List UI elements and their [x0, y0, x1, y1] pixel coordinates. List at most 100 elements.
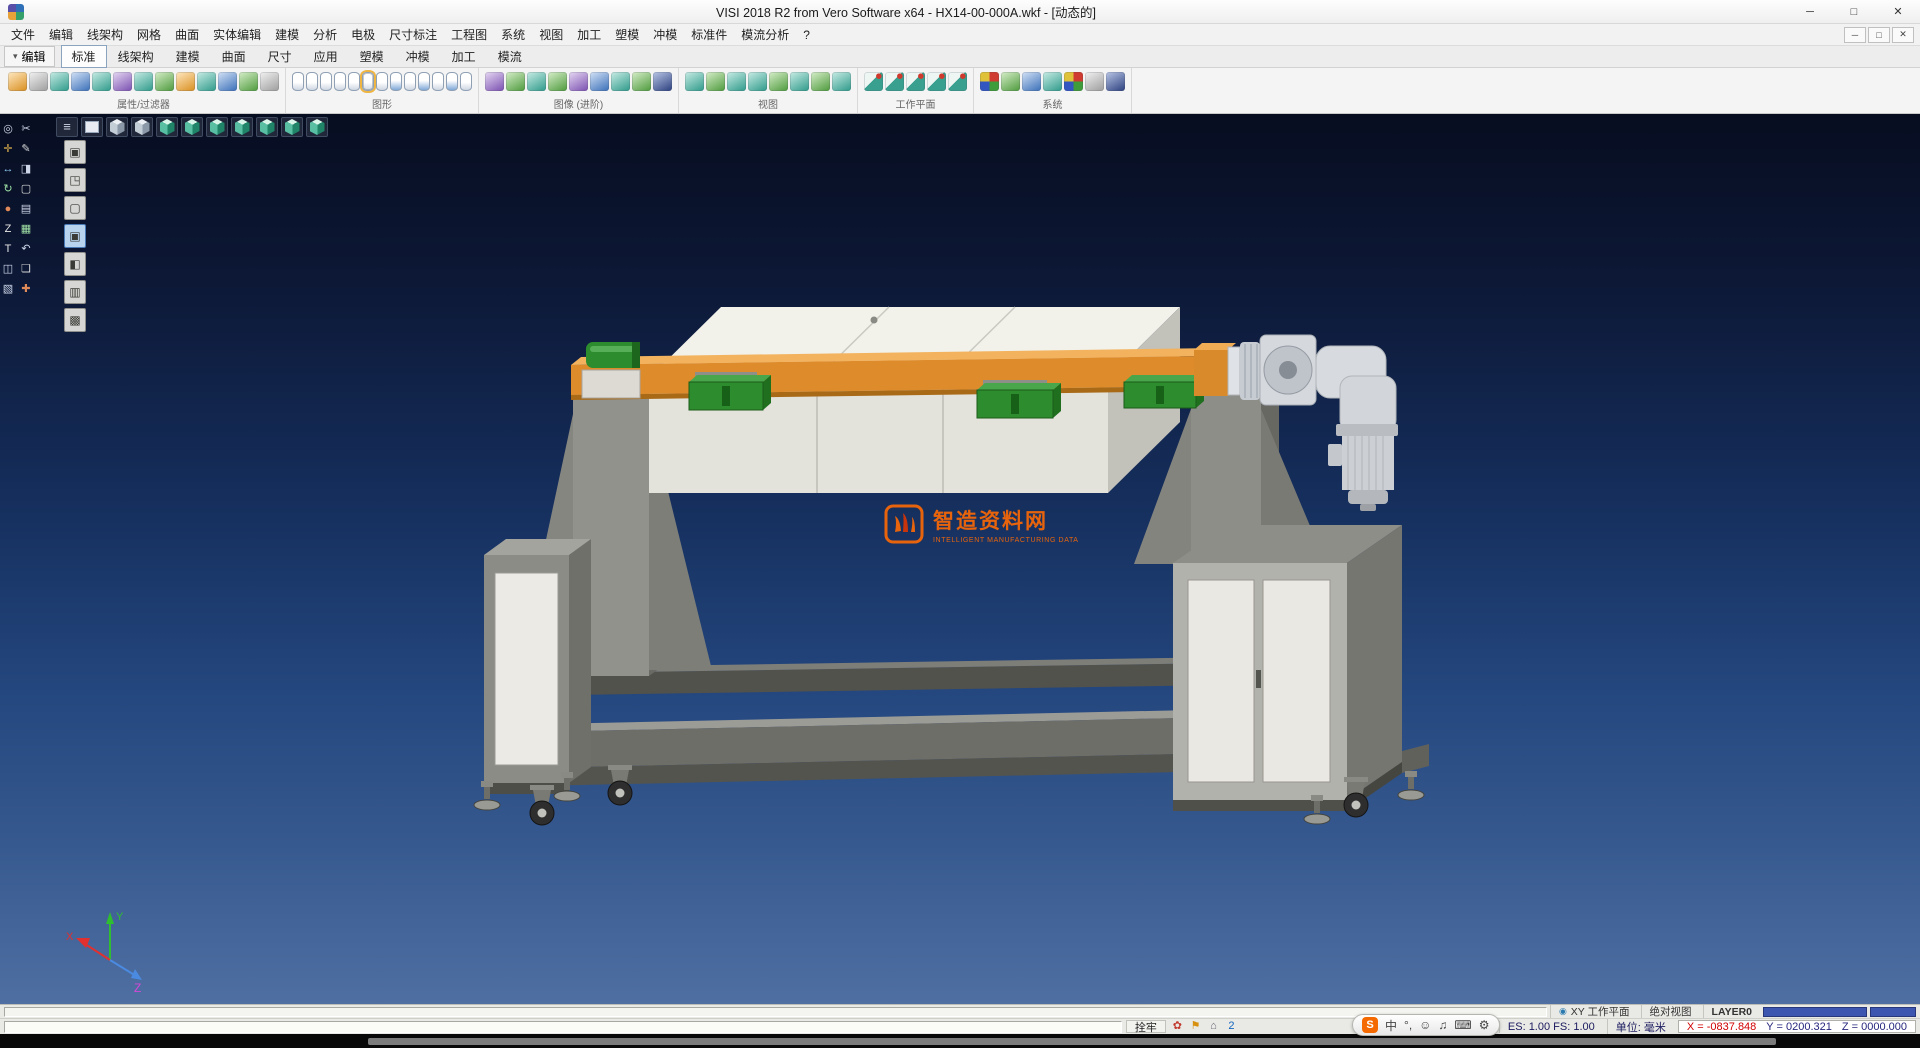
float-tool-button[interactable]: ◳: [64, 168, 86, 192]
ribbon-icon[interactable]: [864, 72, 883, 91]
ribbon-icon[interactable]: [980, 72, 999, 91]
float-tool-button[interactable]: ◧: [64, 252, 86, 276]
menu-item[interactable]: 视图: [532, 24, 570, 45]
sidebar-tool-icon[interactable]: ●: [1, 202, 16, 217]
ime-icon[interactable]: ♫: [1438, 1018, 1447, 1032]
toolbar-tab[interactable]: 加工: [441, 45, 487, 68]
menu-item[interactable]: 加工: [570, 24, 608, 45]
ribbon-icon[interactable]: [362, 72, 374, 91]
toolbar-tab[interactable]: 塑模: [349, 45, 395, 68]
mdi-minimize-button[interactable]: ─: [1844, 27, 1866, 43]
toolbar-tab[interactable]: 应用: [303, 45, 349, 68]
float-tool-button[interactable]: ▩: [64, 308, 86, 332]
ime-icon[interactable]: ⚙: [1479, 1018, 1490, 1032]
ime-icon[interactable]: ⌨: [1454, 1018, 1471, 1032]
ribbon-icon[interactable]: [706, 72, 725, 91]
ime-icon[interactable]: S: [1362, 1017, 1378, 1033]
view-cube-button[interactable]: [256, 117, 278, 137]
ribbon-icon[interactable]: [418, 72, 430, 91]
status-icon[interactable]: ✿: [1170, 1019, 1185, 1034]
ribbon-icon[interactable]: [404, 72, 416, 91]
menu-item[interactable]: 线架构: [80, 24, 130, 45]
ribbon-icon[interactable]: [260, 72, 279, 91]
sidebar-tool-icon[interactable]: ✎: [19, 142, 34, 157]
close-button[interactable]: ✕: [1876, 0, 1920, 23]
toolbar-tab[interactable]: 尺寸: [257, 45, 303, 68]
ribbon-icon[interactable]: [218, 72, 237, 91]
mdi-restore-button[interactable]: □: [1868, 27, 1890, 43]
menu-item[interactable]: 文件: [4, 24, 42, 45]
ribbon-icon[interactable]: [155, 72, 174, 91]
sidebar-tool-icon[interactable]: ▢: [19, 182, 34, 197]
menu-item[interactable]: 曲面: [168, 24, 206, 45]
menu-item[interactable]: 标准件: [684, 24, 734, 45]
snap-toggle[interactable]: 拴牢: [1126, 1020, 1166, 1033]
view-cube-button[interactable]: [81, 117, 103, 137]
sidebar-tool-icon[interactable]: ✛: [1, 142, 16, 157]
viewport-3d[interactable]: Y X Z ◎✂✛✎↔◨↻▢●▤Z▦T↶◫❏▧✚ ▣◳▢▣◧▥▩ ≡: [0, 114, 1920, 1004]
command-prompt[interactable]: [4, 1021, 1122, 1033]
toolbar-tab[interactable]: 建模: [165, 45, 211, 68]
ribbon-icon[interactable]: [29, 72, 48, 91]
toolbar-tab[interactable]: 曲面: [211, 45, 257, 68]
layer-color-bar[interactable]: [1870, 1007, 1916, 1017]
sidebar-tool-icon[interactable]: ◫: [1, 262, 16, 277]
menu-item[interactable]: 工程图: [444, 24, 494, 45]
ribbon-icon[interactable]: [320, 72, 332, 91]
ime-icon[interactable]: °,: [1404, 1018, 1412, 1032]
menu-item[interactable]: 网格: [130, 24, 168, 45]
ribbon-icon[interactable]: [134, 72, 153, 91]
ribbon-icon[interactable]: [527, 72, 546, 91]
menu-item[interactable]: ?: [796, 24, 817, 45]
layer-field[interactable]: LAYER0: [1703, 1005, 1760, 1018]
ribbon-icon[interactable]: [432, 72, 444, 91]
minimize-button[interactable]: ─: [1788, 0, 1832, 23]
ribbon-icon[interactable]: [569, 72, 588, 91]
ribbon-icon[interactable]: [71, 72, 90, 91]
ribbon-icon[interactable]: [548, 72, 567, 91]
view-cube-button[interactable]: [106, 117, 128, 137]
ribbon-icon[interactable]: [1001, 72, 1020, 91]
status-icon[interactable]: ⌂: [1206, 1019, 1221, 1034]
ribbon-icon[interactable]: [1022, 72, 1041, 91]
mdi-close-button[interactable]: ✕: [1892, 27, 1914, 43]
toolbar-tab[interactable]: 标准: [61, 45, 107, 68]
view-cube-button[interactable]: ≡: [56, 117, 78, 137]
ribbon-icon[interactable]: [306, 72, 318, 91]
ime-icon[interactable]: ☺: [1419, 1018, 1431, 1032]
view-cube-button[interactable]: [231, 117, 253, 137]
float-tool-button[interactable]: ▣: [64, 224, 86, 248]
menu-item[interactable]: 电极: [344, 24, 382, 45]
sidebar-tool-icon[interactable]: ▦: [19, 222, 34, 237]
ribbon-icon[interactable]: [685, 72, 704, 91]
ribbon-icon[interactable]: [197, 72, 216, 91]
sidebar-tool-icon[interactable]: ▤: [19, 202, 34, 217]
menu-item[interactable]: 冲模: [646, 24, 684, 45]
menu-item[interactable]: 模流分析: [734, 24, 796, 45]
ribbon-icon[interactable]: [239, 72, 258, 91]
workplane-field[interactable]: ◉ XY 工作平面: [1550, 1005, 1638, 1018]
sidebar-tool-icon[interactable]: ❏: [19, 262, 34, 277]
ime-icon[interactable]: 中: [1385, 1017, 1397, 1034]
ribbon-icon[interactable]: [390, 72, 402, 91]
layer-color-bar[interactable]: [1763, 1007, 1867, 1017]
ribbon-icon[interactable]: [376, 72, 388, 91]
ribbon-icon[interactable]: [1043, 72, 1062, 91]
ribbon-icon[interactable]: [590, 72, 609, 91]
view-cube-button[interactable]: [306, 117, 328, 137]
ribbon-icon[interactable]: [348, 72, 360, 91]
view-cube-button[interactable]: [206, 117, 228, 137]
ribbon-icon[interactable]: [50, 72, 69, 91]
sidebar-tool-icon[interactable]: ✂: [19, 122, 34, 137]
ribbon-icon[interactable]: [485, 72, 504, 91]
view-cube-button[interactable]: [281, 117, 303, 137]
menu-item[interactable]: 尺寸标注: [382, 24, 444, 45]
view-mode-field[interactable]: 绝对视图: [1641, 1005, 1700, 1018]
ribbon-icon[interactable]: [292, 72, 304, 91]
toolbar-tab[interactable]: 线架构: [107, 45, 165, 68]
menu-item[interactable]: 塑模: [608, 24, 646, 45]
sidebar-tool-icon[interactable]: ↔: [1, 162, 16, 177]
sidebar-tool-icon[interactable]: T: [1, 242, 16, 257]
ribbon-icon[interactable]: [790, 72, 809, 91]
sidebar-tool-icon[interactable]: ↶: [19, 242, 34, 257]
